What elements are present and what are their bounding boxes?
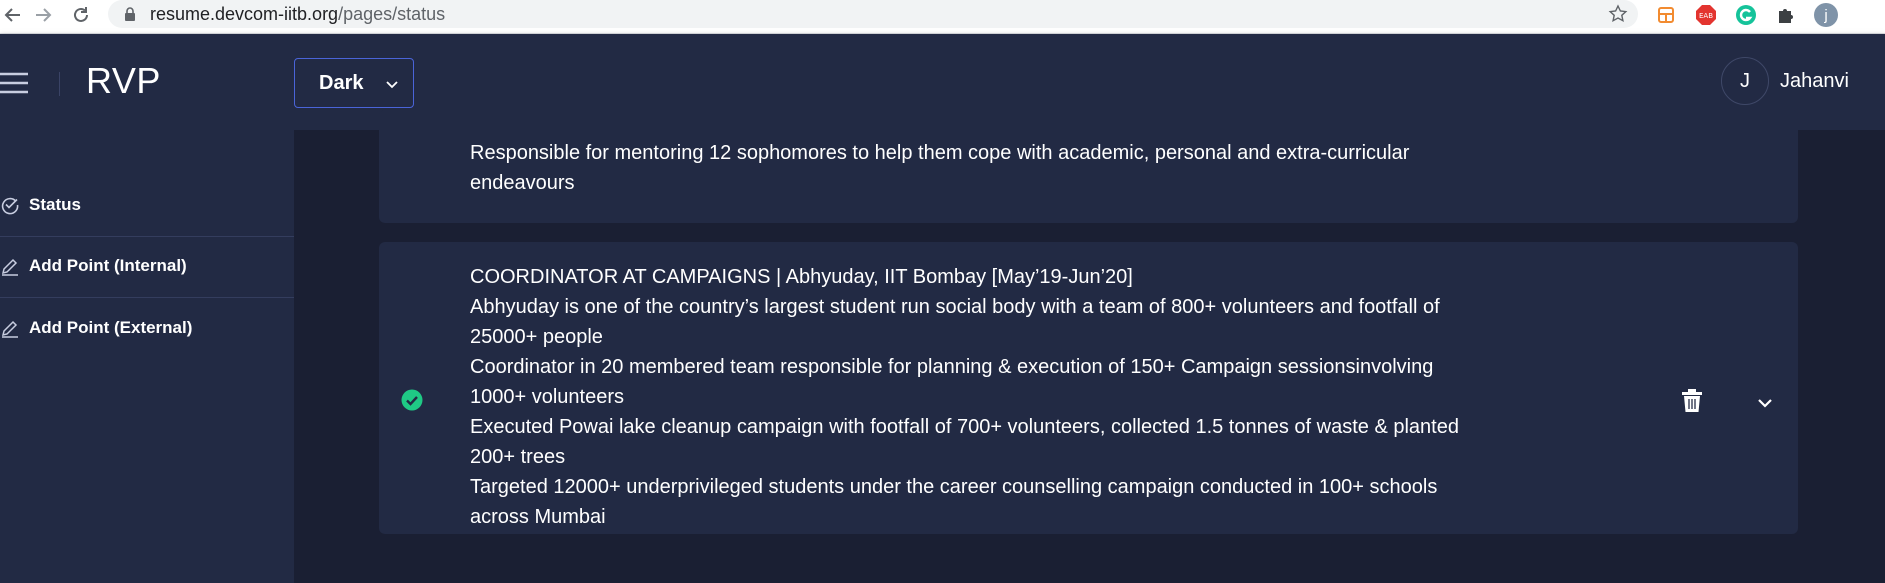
sidebar-item-add-point-external[interactable]: Add Point (External) [0,298,294,360]
edit-icon [1,320,18,338]
delete-icon[interactable] [1681,387,1703,413]
point-text-line: 1000+ volunteers [470,386,625,408]
lock-icon [125,7,135,21]
resume-point-card: Responsible for mentoring 12 sophomores … [379,110,1798,223]
address-bar[interactable]: resume.devcom-iitb.org/pages/status [108,0,1638,28]
edit-icon [1,258,18,276]
forward-icon[interactable] [30,2,56,28]
point-text-line: endeavours [470,172,575,194]
adblock-icon-label: EAB [1699,12,1713,20]
sidebar-item-label: Add Point (Internal) [29,256,187,275]
check-circle-icon [1,197,19,215]
point-text-line: Abhyuday is one of the country’s largest… [470,296,1440,318]
url-path: /pages/status [338,4,446,24]
extension-layout-icon[interactable] [1654,3,1678,27]
point-text-line: Coordinator in 20 membered team responsi… [470,356,1434,378]
point-text-line: Executed Powai lake cleanup campaign wit… [470,416,1459,438]
header-divider [59,72,60,96]
main-content: Responsible for mentoring 12 sophomores … [294,110,1885,583]
sidebar: Status Add Point (Internal) Add Point (E… [0,130,294,583]
point-text-line: Responsible for mentoring 12 sophomores … [470,142,1410,164]
grammarly-icon[interactable] [1734,3,1758,27]
url-text: resume.devcom-iitb.org/pages/status [150,4,445,25]
theme-select[interactable]: Dark [294,58,414,108]
profile-initial: j [1814,3,1838,27]
point-text-line: across Mumbai [470,506,606,528]
point-text-line: 25000+ people [470,326,603,348]
resume-point-card: COORDINATOR AT CAMPAIGNS | Abhyuday, IIT… [379,242,1798,534]
chevron-down-icon[interactable] [1756,394,1774,412]
extensions-puzzle-icon[interactable] [1774,3,1798,27]
point-text-line: Targeted 12000+ underprivileged students… [470,476,1438,498]
sidebar-item-label: Status [29,195,81,214]
theme-select-value: Dark [319,71,364,94]
url-host: resume.devcom-iitb.org [150,4,339,24]
profile-avatar-icon[interactable]: j [1814,3,1838,27]
point-text-line: 200+ trees [470,446,566,468]
adblock-icon[interactable]: EAB [1694,3,1718,27]
point-title: COORDINATOR AT CAMPAIGNS | Abhyuday, IIT… [470,266,1133,288]
browser-toolbar: resume.devcom-iitb.org/pages/status EAB … [0,0,1885,34]
user-name[interactable]: Jahanvi [1780,70,1849,93]
app-title: RVP [86,60,161,101]
reload-icon[interactable] [68,2,94,28]
user-avatar[interactable]: J [1721,57,1769,105]
back-icon[interactable] [0,2,26,28]
chevron-down-icon [386,81,398,89]
sidebar-item-label: Add Point (External) [29,318,193,337]
bookmark-star-icon[interactable] [1608,4,1628,24]
menu-icon[interactable] [0,72,30,94]
sidebar-item-status[interactable]: Status [0,175,294,237]
sidebar-item-add-point-internal[interactable]: Add Point (Internal) [0,236,294,298]
approved-check-icon [401,389,423,411]
